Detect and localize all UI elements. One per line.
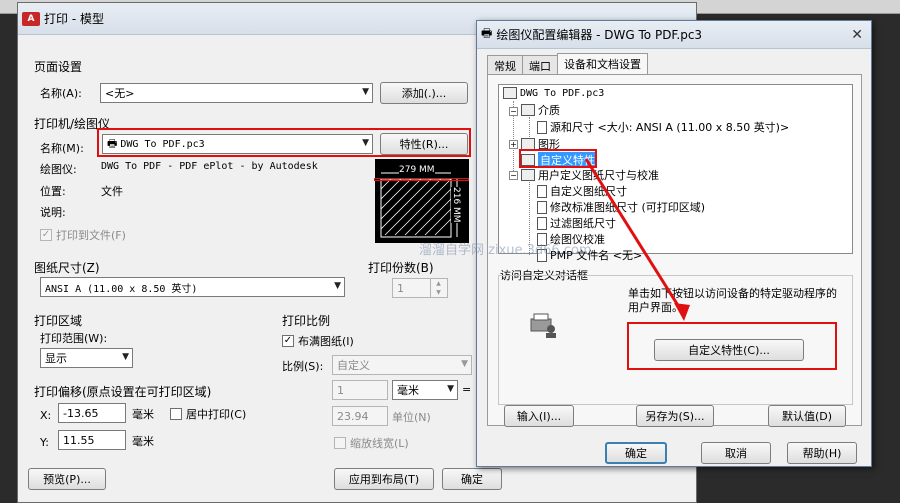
chevron-down-icon: ▼ bbox=[122, 352, 129, 362]
close-icon[interactable]: ✕ bbox=[851, 27, 863, 43]
watermark: 溜溜自学网 zixue.3d66.com bbox=[419, 243, 592, 258]
plot-to-file-label: 打印到文件(F) bbox=[56, 229, 126, 242]
scale-value2: 23.94 bbox=[337, 409, 369, 423]
import-button[interactable]: 输入(I)... bbox=[504, 405, 574, 427]
description-label: 说明: bbox=[40, 206, 66, 219]
paper-size-heading: 图纸尺寸(Z) bbox=[34, 261, 100, 275]
chevron-down-icon: ▼ bbox=[362, 87, 369, 97]
preview-red-line bbox=[374, 178, 469, 181]
copies-spinner[interactable]: ▲ ▼ bbox=[430, 279, 446, 297]
offset-x-label: X: bbox=[40, 409, 52, 422]
scale-value1: 1 bbox=[337, 383, 344, 397]
paper-size-select[interactable]: ANSI A (11.00 x 8.50 英寸) ▼ bbox=[40, 277, 345, 297]
offset-x-unit: 毫米 bbox=[132, 408, 154, 421]
plotter-value: DWG To PDF - PDF ePlot - by Autodesk bbox=[101, 161, 318, 172]
preview-width-label: 279 MM bbox=[399, 165, 435, 175]
offset-x-value: -13.65 bbox=[63, 406, 99, 420]
copies-value: 1 bbox=[397, 281, 404, 295]
config-cancel-button[interactable]: 取消 bbox=[701, 442, 771, 464]
add-page-setup-button[interactable]: 添加(.)... bbox=[380, 82, 468, 104]
paper-preview: 279 MM 216 MM bbox=[375, 159, 469, 243]
offset-y-input[interactable]: 11.55 bbox=[58, 430, 126, 450]
scale-lineweights-label: 缩放线宽(L) bbox=[350, 437, 409, 450]
check-icon: ✓ bbox=[282, 335, 294, 347]
offset-y-unit: 毫米 bbox=[132, 435, 154, 448]
plot-area-heading: 打印区域 bbox=[34, 314, 83, 328]
plot-to-file-checkbox[interactable]: ✓ 打印到文件(F) bbox=[40, 227, 126, 243]
tab-device-settings[interactable]: 设备和文档设置 bbox=[557, 53, 648, 74]
plot-range-value: 显示 bbox=[45, 352, 67, 365]
defaults-button[interactable]: 默认值(D) bbox=[768, 405, 846, 427]
scale-value1-input[interactable]: 1 bbox=[332, 380, 388, 400]
plotter-label: 绘图仪: bbox=[40, 163, 77, 176]
config-titlebar: 🖶 绘图仪配置编辑器 - DWG To PDF.pc3 ✕ bbox=[477, 21, 871, 49]
offset-y-label: Y: bbox=[40, 436, 49, 449]
plot-range-select[interactable]: 显示 ▼ bbox=[40, 348, 133, 368]
plot-ok-button[interactable]: 确定 bbox=[442, 468, 502, 490]
config-title: 绘图仪配置编辑器 - DWG To PDF.pc3 bbox=[496, 28, 703, 42]
chevron-down-icon: ▼ bbox=[461, 359, 468, 369]
plot-title: 打印 - 模型 bbox=[44, 12, 104, 26]
scale-units-label: 单位(N) bbox=[392, 411, 431, 424]
scale-equals: = bbox=[462, 383, 472, 396]
scale-value: 自定义 bbox=[337, 359, 370, 372]
location-value: 文件 bbox=[101, 185, 123, 198]
printer-name-label: 名称(M): bbox=[40, 142, 84, 155]
tab-general[interactable]: 常规 bbox=[487, 55, 523, 74]
printer-highlight-box bbox=[97, 128, 471, 157]
chevron-down-icon: ▼ bbox=[447, 384, 454, 394]
center-plot-checkbox[interactable]: 居中打印(C) bbox=[170, 406, 246, 422]
plot-offset-heading: 打印偏移(原点设置在可打印区域) bbox=[34, 385, 212, 399]
paper-size-value: ANSI A (11.00 x 8.50 英寸) bbox=[45, 283, 198, 295]
scale-label: 比例(S): bbox=[282, 360, 324, 373]
scale-value2-input[interactable]: 23.94 bbox=[332, 406, 388, 426]
plot-scale-heading: 打印比例 bbox=[282, 314, 331, 328]
page-setup-name-select[interactable]: <无> ▼ bbox=[100, 83, 373, 103]
preview-height-label: 216 MM bbox=[451, 187, 461, 223]
config-tabs: 常规 端口 设备和文档设置 bbox=[487, 53, 648, 74]
checkbox-icon bbox=[170, 408, 182, 420]
page-setup-name-label: 名称(A): bbox=[40, 87, 82, 100]
apply-to-layout-button[interactable]: 应用到布局(T) bbox=[334, 468, 434, 490]
scale-select[interactable]: 自定义 ▼ bbox=[332, 355, 472, 375]
preview-button[interactable]: 预览(P)... bbox=[28, 468, 106, 490]
scale-lineweights-checkbox[interactable]: 缩放线宽(L) bbox=[334, 435, 409, 451]
page-setup-heading: 页面设置 bbox=[34, 60, 83, 74]
offset-x-input[interactable]: -13.65 bbox=[58, 403, 126, 423]
check-icon: ✓ bbox=[40, 229, 52, 241]
save-as-button[interactable]: 另存为(S)... bbox=[636, 405, 714, 427]
plot-range-label: 打印范围(W): bbox=[40, 332, 108, 345]
page-setup-name-value: <无> bbox=[105, 87, 135, 100]
fit-to-paper-label: 布满图纸(I) bbox=[298, 335, 354, 348]
center-plot-label: 居中打印(C) bbox=[186, 408, 247, 421]
offset-y-value: 11.55 bbox=[63, 433, 95, 447]
config-help-button[interactable]: 帮助(H) bbox=[787, 442, 857, 464]
tab-ports[interactable]: 端口 bbox=[522, 55, 558, 74]
fit-to-paper-checkbox[interactable]: ✓ 布满图纸(I) bbox=[282, 333, 354, 349]
checkbox-icon bbox=[334, 437, 346, 449]
copies-label: 打印份数(B) bbox=[368, 261, 434, 275]
location-label: 位置: bbox=[40, 185, 66, 198]
config-ok-button[interactable]: 确定 bbox=[605, 442, 667, 464]
plotter-config-dialog: 🖶 绘图仪配置编辑器 - DWG To PDF.pc3 ✕ 常规 端口 设备和文… bbox=[419, 20, 872, 467]
autocad-app-icon: A bbox=[22, 11, 40, 26]
scale-unit-value: 毫米 bbox=[397, 384, 419, 397]
chevron-down-icon: ▼ bbox=[334, 281, 341, 291]
plotter-icon: 🖶 bbox=[481, 26, 493, 40]
scale-unit-select[interactable]: 毫米 ▼ bbox=[392, 380, 458, 400]
